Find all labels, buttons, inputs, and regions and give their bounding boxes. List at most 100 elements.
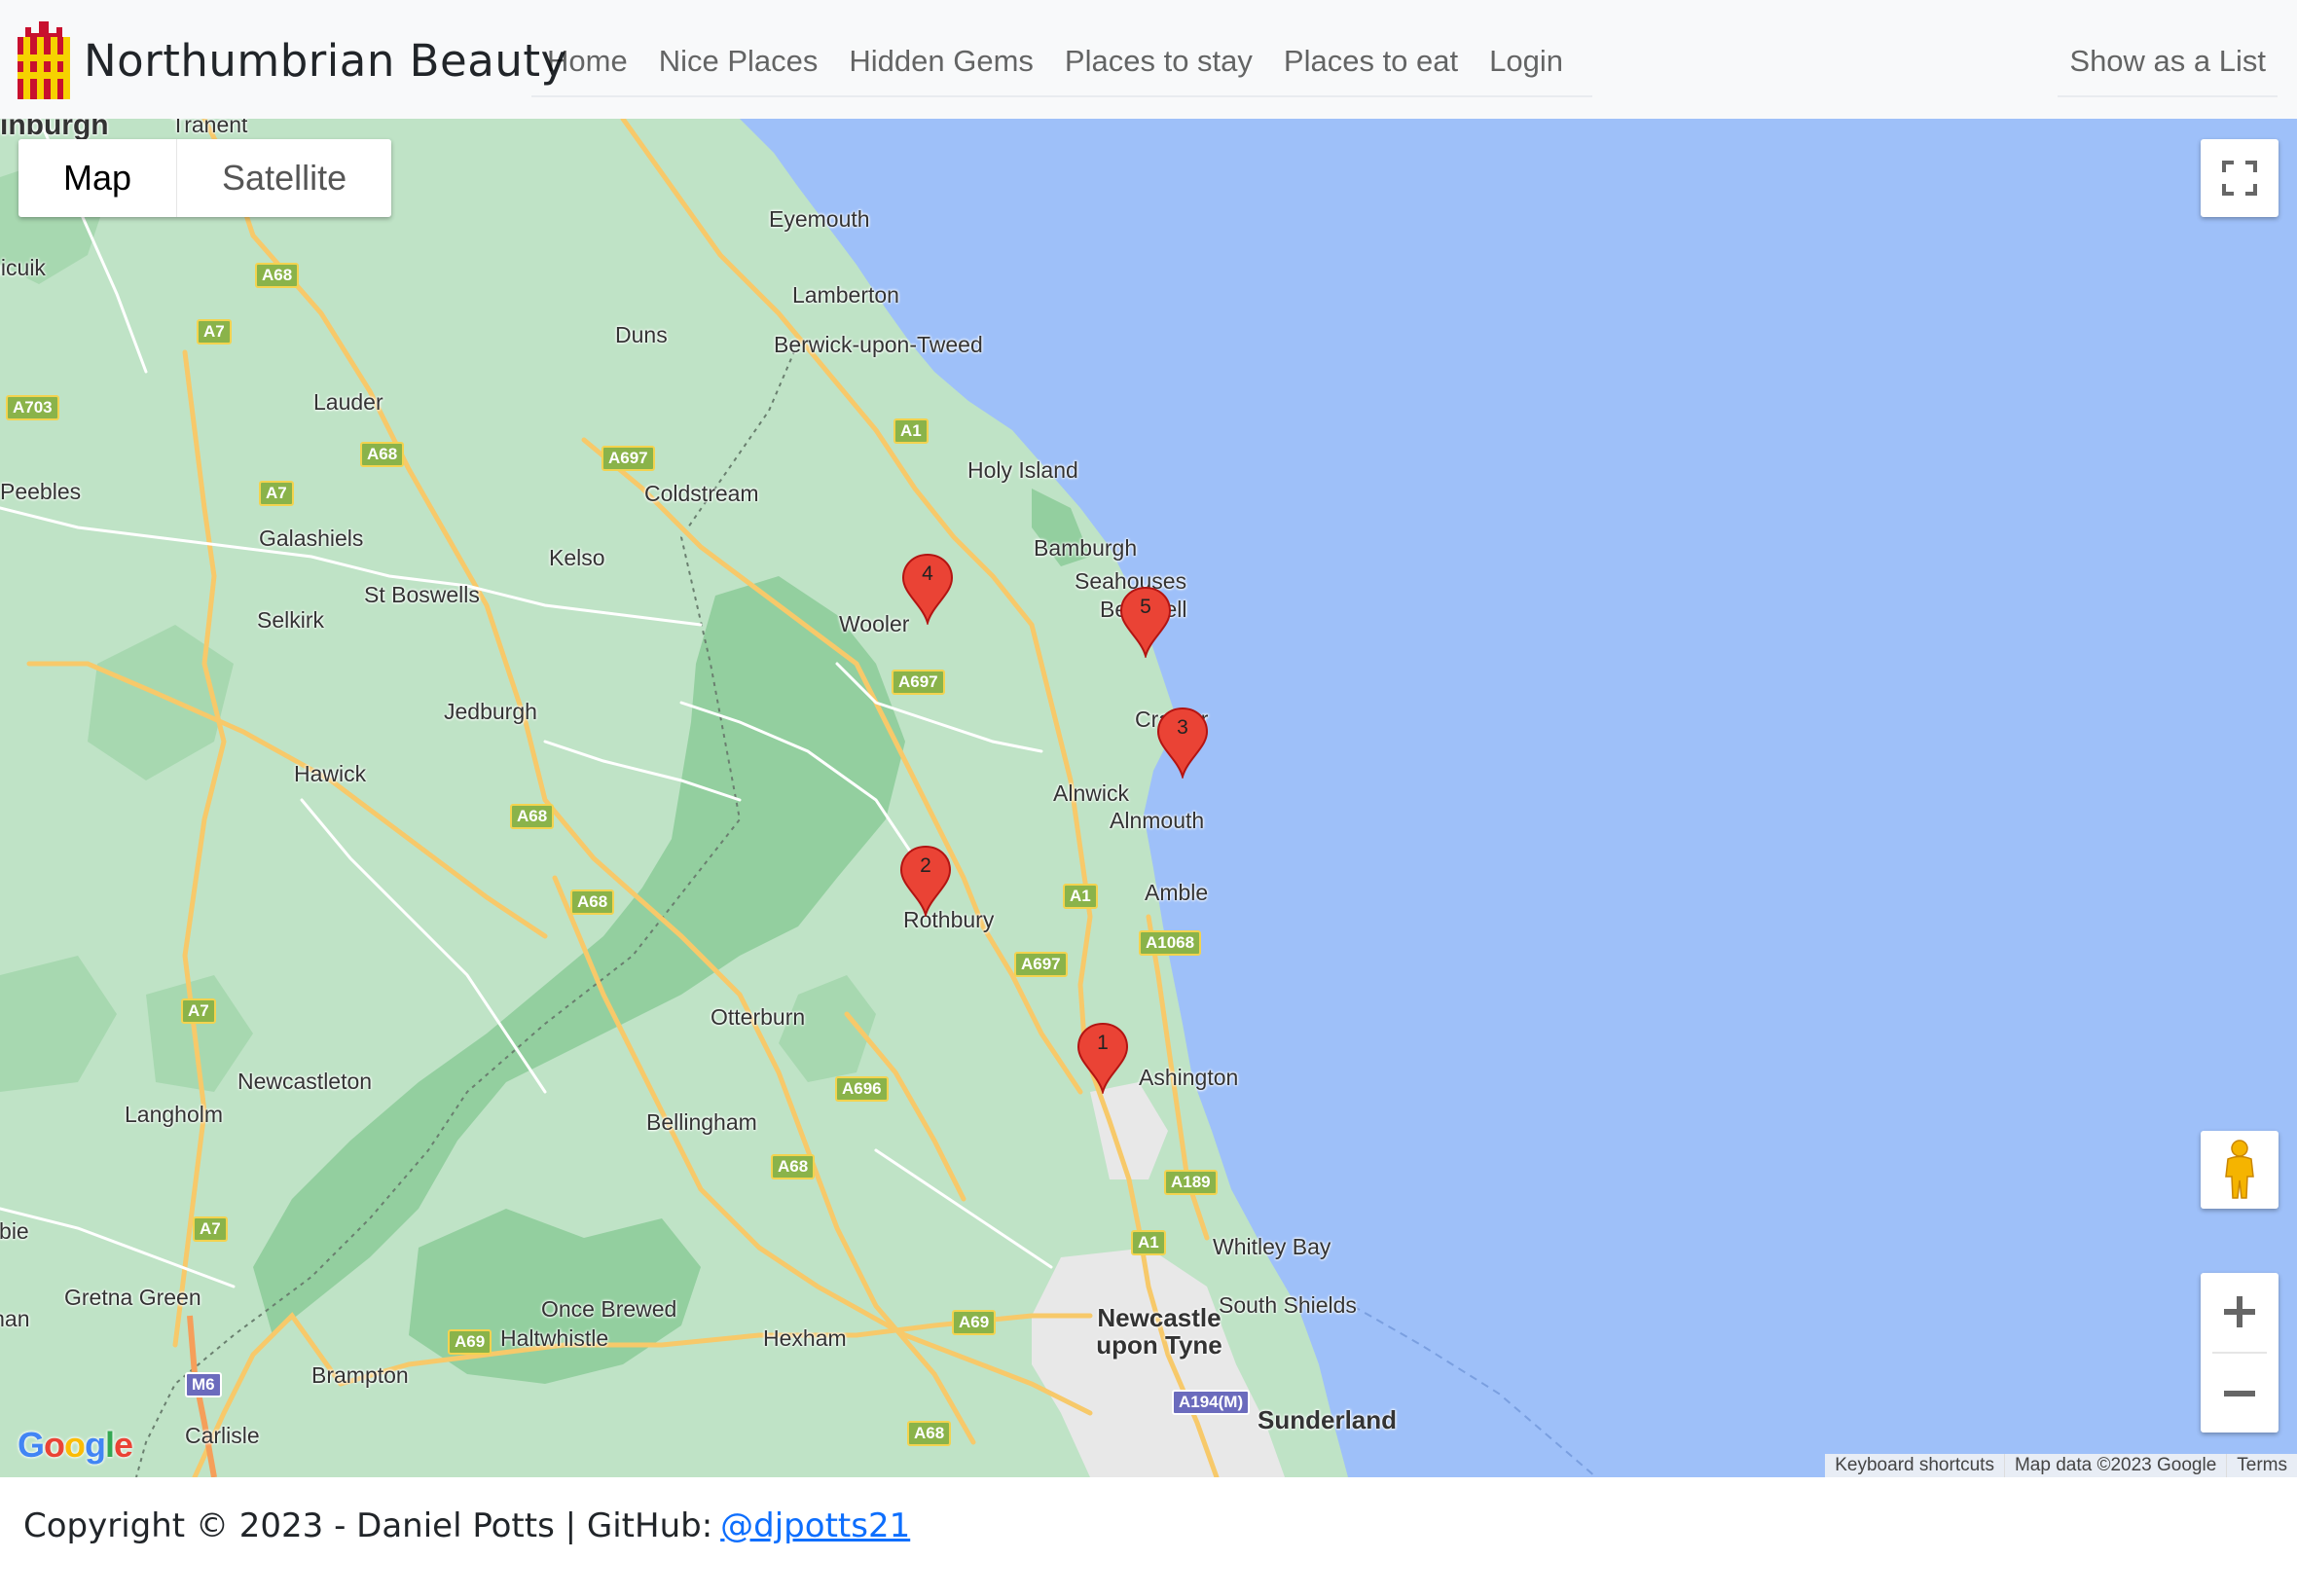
map[interactable]: inburgh Tranent Eyemouth Lamberton Berwi… [0,119,2297,1477]
place-label: Wooler [839,611,910,636]
place-label: Gretna Green [64,1285,201,1310]
brand-name: Northumbrian Beauty [84,34,567,87]
street-view-button[interactable] [2201,1131,2279,1209]
map-data-text: Map data ©2023 Google [2003,1454,2226,1477]
road-shield: A68 [360,442,405,467]
place-label: Bellingham [646,1109,757,1135]
terms-link[interactable]: Terms [2226,1454,2297,1477]
brand[interactable]: Northumbrian Beauty [18,21,567,99]
map-marker-4[interactable]: 4 [901,553,954,627]
place-label: Bamburgh [1034,535,1138,561]
map-marker-3[interactable]: 3 [1156,707,1209,780]
place-label: Once Brewed [541,1296,677,1322]
place-label: Brampton [311,1362,409,1388]
place-label: Hawick [294,761,367,786]
nav-login[interactable]: Login [1474,44,1579,79]
map-marker-1[interactable]: 1 [1076,1022,1129,1096]
place-label: Newcastle upon Tyne [1096,1303,1222,1360]
map-type-map-button[interactable]: Map [18,139,176,217]
road-shield: A703 [6,395,59,420]
nav-right: Show as a List [2058,27,2278,97]
place-label: Eyemouth [769,206,870,232]
zoom-divider [2212,1352,2267,1354]
footer: Copyright © 2023 - Daniel Potts | GitHub… [23,1497,910,1555]
zoom-control [2201,1273,2279,1433]
road-shield: A7 [193,1216,228,1242]
place-label: Tranent [171,119,248,137]
place-label: Penicuik [0,255,46,280]
nav-hidden-gems[interactable]: Hidden Gems [833,44,1049,79]
road-shield: A697 [892,670,945,695]
google-logo[interactable]: Google [18,1425,133,1466]
map-marker-2[interactable]: 2 [899,845,952,919]
marker-label: 1 [1097,1032,1109,1054]
fullscreen-icon [2222,161,2257,196]
place-label: Alnmouth [1110,808,1205,833]
map-attribution: Keyboard shortcuts Map data ©2023 Google… [1825,1454,2297,1477]
marker-label: 5 [1140,596,1151,618]
place-label: Sunderland [1258,1405,1398,1434]
road-shield: A7 [197,319,232,345]
road-shield: A69 [952,1310,997,1335]
road-shield: A68 [771,1154,816,1179]
fullscreen-button[interactable] [2201,139,2279,217]
place-label: Amble [1145,880,1209,905]
road-shield: A7 [181,998,216,1024]
zoom-out-button[interactable] [2201,1355,2279,1433]
road-shield: A194(M) [1172,1390,1251,1415]
place-label: Carlisle [185,1423,260,1448]
road-shield: A1 [1063,884,1098,909]
place-label: South Shields [1219,1292,1357,1318]
place-label: Newcastleton [237,1069,373,1094]
road-shield: A696 [835,1076,889,1102]
place-label: Coldstream [644,481,759,506]
nav-places-to-eat[interactable]: Places to eat [1268,44,1474,79]
road-shield: A697 [602,446,655,471]
keyboard-shortcuts-link[interactable]: Keyboard shortcuts [1825,1454,2004,1477]
marker-label: 4 [922,562,933,585]
place-label: St Boswells [364,582,480,607]
place-label: Lamberton [792,282,899,308]
github-link[interactable]: @djpotts21 [720,1506,910,1545]
place-label: Jedburgh [444,699,537,724]
road-shield: A1 [893,418,929,444]
place-label: Berwick-upon-Tweed [774,332,983,357]
road-shield: A68 [255,263,300,288]
road-shield: A68 [570,889,615,915]
main-nav: Home Nice Places Hidden Gems Places to s… [531,27,1592,97]
place-label: Lauder [313,389,383,415]
map-type-control: Map Satellite [18,139,392,217]
pegman-icon [2225,1140,2254,1199]
place-label: Annan [0,1306,30,1331]
minus-icon [2224,1391,2255,1396]
marker-label: 2 [920,854,931,877]
road-shield: A69 [448,1329,492,1355]
place-label: Lockerbie [0,1218,29,1244]
map-base[interactable] [0,119,2297,1477]
place-label: Alnwick [1053,780,1129,806]
road-shield: A68 [510,804,555,829]
road-shield: M6 [185,1372,222,1397]
place-label: Langholm [125,1102,224,1127]
place-label: Selkirk [257,607,325,633]
road-shield: A68 [907,1421,952,1446]
place-label: Galashiels [259,526,364,551]
place-label: Holy Island [967,457,1078,483]
navbar: Northumbrian Beauty Home Nice Places Hid… [0,0,2297,119]
road-shield: A189 [1164,1170,1218,1195]
map-type-satellite-button[interactable]: Satellite [176,139,391,217]
nav-home[interactable]: Home [531,44,643,79]
map-marker-5[interactable]: 5 [1119,586,1172,660]
place-label: Duns [615,322,668,347]
marker-label: 3 [1177,716,1188,739]
place-label: Haltwhistle [500,1325,609,1351]
footer-copyright: Copyright © 2023 - Daniel Potts | GitHub… [23,1506,713,1545]
place-label: Kelso [549,545,605,570]
place-label: Ashington [1139,1065,1239,1090]
zoom-in-button[interactable] [2201,1273,2279,1351]
plus-icon [2224,1296,2255,1327]
place-label: Otterburn [711,1004,806,1030]
nav-nice-places[interactable]: Nice Places [643,44,834,79]
nav-places-to-stay[interactable]: Places to stay [1049,44,1268,79]
show-as-list-link[interactable]: Show as a List [2058,44,2278,79]
